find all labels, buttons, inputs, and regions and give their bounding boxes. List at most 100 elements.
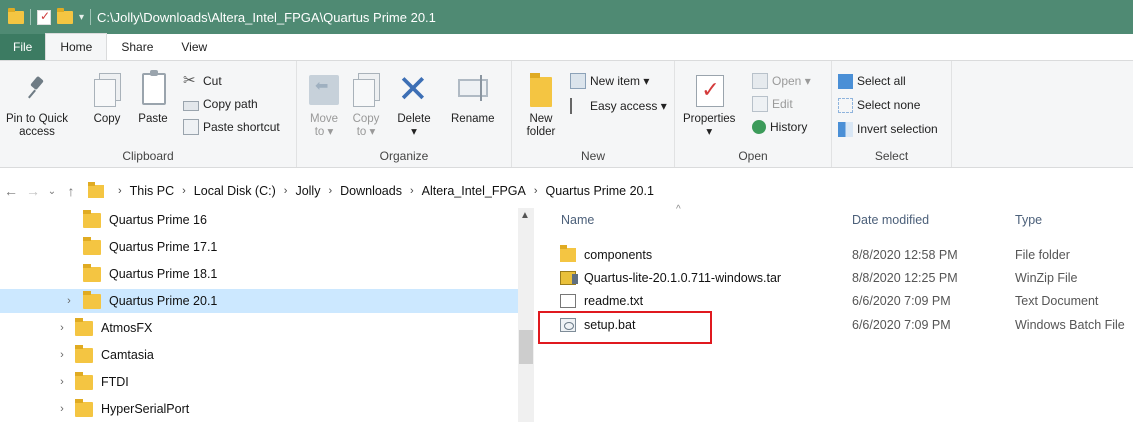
breadcrumb-separator[interactable]: › bbox=[182, 185, 186, 197]
paste-shortcut-label: Paste shortcut bbox=[203, 120, 280, 134]
nav-item-hyperserialport[interactable]: › HyperSerialPort bbox=[0, 397, 518, 421]
folder-icon bbox=[75, 317, 93, 336]
file-row-quartus-tar[interactable]: Quartus-lite-20.1.0.711-windows.tar 8/8/… bbox=[560, 266, 1133, 289]
breadcrumb-altera[interactable]: Altera_Intel_FPGA bbox=[422, 184, 526, 198]
select-all-button[interactable]: Select all bbox=[838, 71, 906, 91]
new-item-label: New item ▾ bbox=[590, 74, 650, 88]
edit-button[interactable]: Edit bbox=[752, 94, 793, 114]
cut-button[interactable]: ✂ Cut bbox=[183, 71, 222, 91]
folder-icon bbox=[83, 263, 101, 282]
file-type: Text Document bbox=[1015, 293, 1099, 308]
copy-button[interactable]: Copy bbox=[90, 69, 124, 126]
highlight-box bbox=[538, 311, 712, 344]
select-none-button[interactable]: Select none bbox=[838, 95, 920, 115]
delete-x-icon: ✕ bbox=[397, 69, 429, 111]
new-group-label: New bbox=[580, 149, 605, 163]
breadcrumb-separator[interactable]: › bbox=[118, 185, 122, 197]
new-item-button[interactable]: New item ▾ bbox=[570, 71, 649, 91]
sort-ascending-icon: ^ bbox=[676, 204, 681, 215]
properties-label: Properties bbox=[683, 113, 736, 125]
nav-item-quartus-18[interactable]: Quartus Prime 18.1 bbox=[0, 262, 518, 286]
breadcrumb-jolly[interactable]: Jolly bbox=[295, 184, 320, 198]
expand-chevron-icon[interactable]: › bbox=[62, 295, 76, 307]
copy-to-label-line1: Copy bbox=[352, 113, 380, 125]
tab-view[interactable]: View bbox=[167, 34, 221, 60]
nav-item-quartus-17[interactable]: Quartus Prime 17.1 bbox=[0, 235, 518, 259]
tab-share[interactable]: Share bbox=[107, 34, 167, 60]
folder-icon bbox=[75, 371, 93, 390]
new-folder-icon bbox=[524, 69, 558, 109]
expand-chevron-icon[interactable]: › bbox=[55, 322, 69, 334]
nav-item-quartus-16[interactable]: Quartus Prime 16 bbox=[0, 208, 518, 232]
pin-icon bbox=[20, 69, 54, 109]
back-arrow-icon[interactable]: ← bbox=[0, 183, 22, 199]
new-folder-icon[interactable] bbox=[57, 7, 73, 24]
new-folder-label-line2: folder bbox=[526, 126, 556, 138]
move-to-icon bbox=[307, 69, 341, 109]
scroll-thumb[interactable] bbox=[519, 330, 533, 364]
scroll-up-arrow-icon[interactable]: ▲ bbox=[520, 210, 530, 221]
tab-home[interactable]: Home bbox=[45, 33, 108, 60]
new-folder-button[interactable]: New folder bbox=[524, 69, 558, 139]
new-group: New folder New item ▾ Easy access ▾ New bbox=[512, 61, 675, 167]
rename-button[interactable]: Rename bbox=[451, 69, 494, 126]
nav-item-label: Camtasia bbox=[101, 348, 154, 362]
easy-access-button[interactable]: Easy access ▾ bbox=[570, 96, 667, 116]
forward-arrow-icon[interactable]: → bbox=[22, 183, 44, 199]
breadcrumb-local-disk[interactable]: Local Disk (C:) bbox=[194, 184, 276, 198]
nav-item-ftdi[interactable]: › FTDI bbox=[0, 370, 518, 394]
breadcrumb-quartus[interactable]: Quartus Prime 20.1 bbox=[546, 184, 654, 198]
column-header-name[interactable]: Name bbox=[561, 208, 594, 232]
scissors-icon: ✂ bbox=[183, 72, 196, 89]
delete-dropdown-arrow[interactable]: ▾ bbox=[411, 126, 417, 139]
copy-to-button[interactable]: Copy to ▾ bbox=[349, 69, 383, 139]
nav-pane-scrollbar[interactable]: ▲ bbox=[518, 208, 534, 422]
properties-button[interactable]: Properties ▾ bbox=[683, 69, 735, 139]
breadcrumb-separator[interactable]: › bbox=[410, 185, 414, 197]
expand-chevron-icon[interactable]: › bbox=[55, 376, 69, 388]
clipboard-group-label: Clipboard bbox=[122, 149, 174, 163]
recent-locations-chevron-icon[interactable]: ⌄ bbox=[44, 186, 60, 197]
nav-item-quartus-20[interactable]: › Quartus Prime 20.1 bbox=[0, 289, 518, 313]
quick-access-toolbar: ▾ bbox=[0, 0, 92, 34]
properties-icon[interactable] bbox=[37, 9, 51, 25]
expand-chevron-icon[interactable]: › bbox=[55, 403, 69, 415]
file-type: WinZip File bbox=[1015, 270, 1078, 285]
select-all-label: Select all bbox=[857, 74, 906, 88]
tab-file[interactable]: File bbox=[0, 34, 46, 60]
breadcrumb-separator[interactable]: › bbox=[284, 185, 288, 197]
select-group-label: Select bbox=[874, 149, 909, 163]
nav-item-camtasia[interactable]: › Camtasia bbox=[0, 343, 518, 367]
open-icon bbox=[752, 73, 768, 89]
history-icon bbox=[752, 120, 766, 134]
rename-label: Rename bbox=[451, 113, 495, 125]
paste-shortcut-button[interactable]: Paste shortcut bbox=[183, 117, 280, 137]
pin-to-quick-access-button[interactable]: Pin to Quick access bbox=[6, 69, 68, 139]
properties-dropdown-arrow[interactable]: ▾ bbox=[706, 126, 712, 139]
up-arrow-icon[interactable]: ↑ bbox=[60, 183, 82, 199]
invert-selection-button[interactable]: Invert selection bbox=[838, 119, 938, 139]
breadcrumb-separator[interactable]: › bbox=[534, 185, 538, 197]
copy-path-button[interactable]: Copy path bbox=[183, 94, 258, 114]
toolbar-separator bbox=[90, 9, 92, 25]
folder-icon bbox=[75, 344, 93, 363]
copy-label: Copy bbox=[93, 113, 121, 125]
move-to-button[interactable]: Move to ▾ bbox=[307, 69, 341, 139]
column-header-type[interactable]: Type bbox=[1015, 208, 1042, 232]
breadcrumb-separator[interactable]: › bbox=[328, 185, 332, 197]
breadcrumb-downloads[interactable]: Downloads bbox=[340, 184, 402, 198]
customize-toolbar-icon[interactable]: ▾ bbox=[79, 12, 84, 23]
delete-button[interactable]: ✕ Delete ▾ bbox=[397, 69, 431, 139]
file-row-components[interactable]: components 8/8/2020 12:58 PM File folder bbox=[560, 243, 1133, 266]
paste-button[interactable]: Paste bbox=[136, 69, 170, 126]
expand-chevron-icon[interactable]: › bbox=[55, 349, 69, 361]
breadcrumb-this-pc[interactable]: This PC bbox=[130, 184, 174, 198]
nav-item-atmosfx[interactable]: › AtmosFX bbox=[0, 316, 518, 340]
history-button[interactable]: History bbox=[752, 117, 807, 137]
folder-icon bbox=[88, 181, 104, 198]
cut-label: Cut bbox=[203, 74, 222, 88]
breadcrumb[interactable]: › This PC › Local Disk (C:) › Jolly › Do… bbox=[88, 181, 654, 198]
file-row-readme[interactable]: readme.txt 6/6/2020 7:09 PM Text Documen… bbox=[560, 289, 1133, 312]
column-header-date-modified[interactable]: Date modified bbox=[852, 208, 929, 232]
open-button[interactable]: Open ▾ bbox=[752, 71, 811, 91]
